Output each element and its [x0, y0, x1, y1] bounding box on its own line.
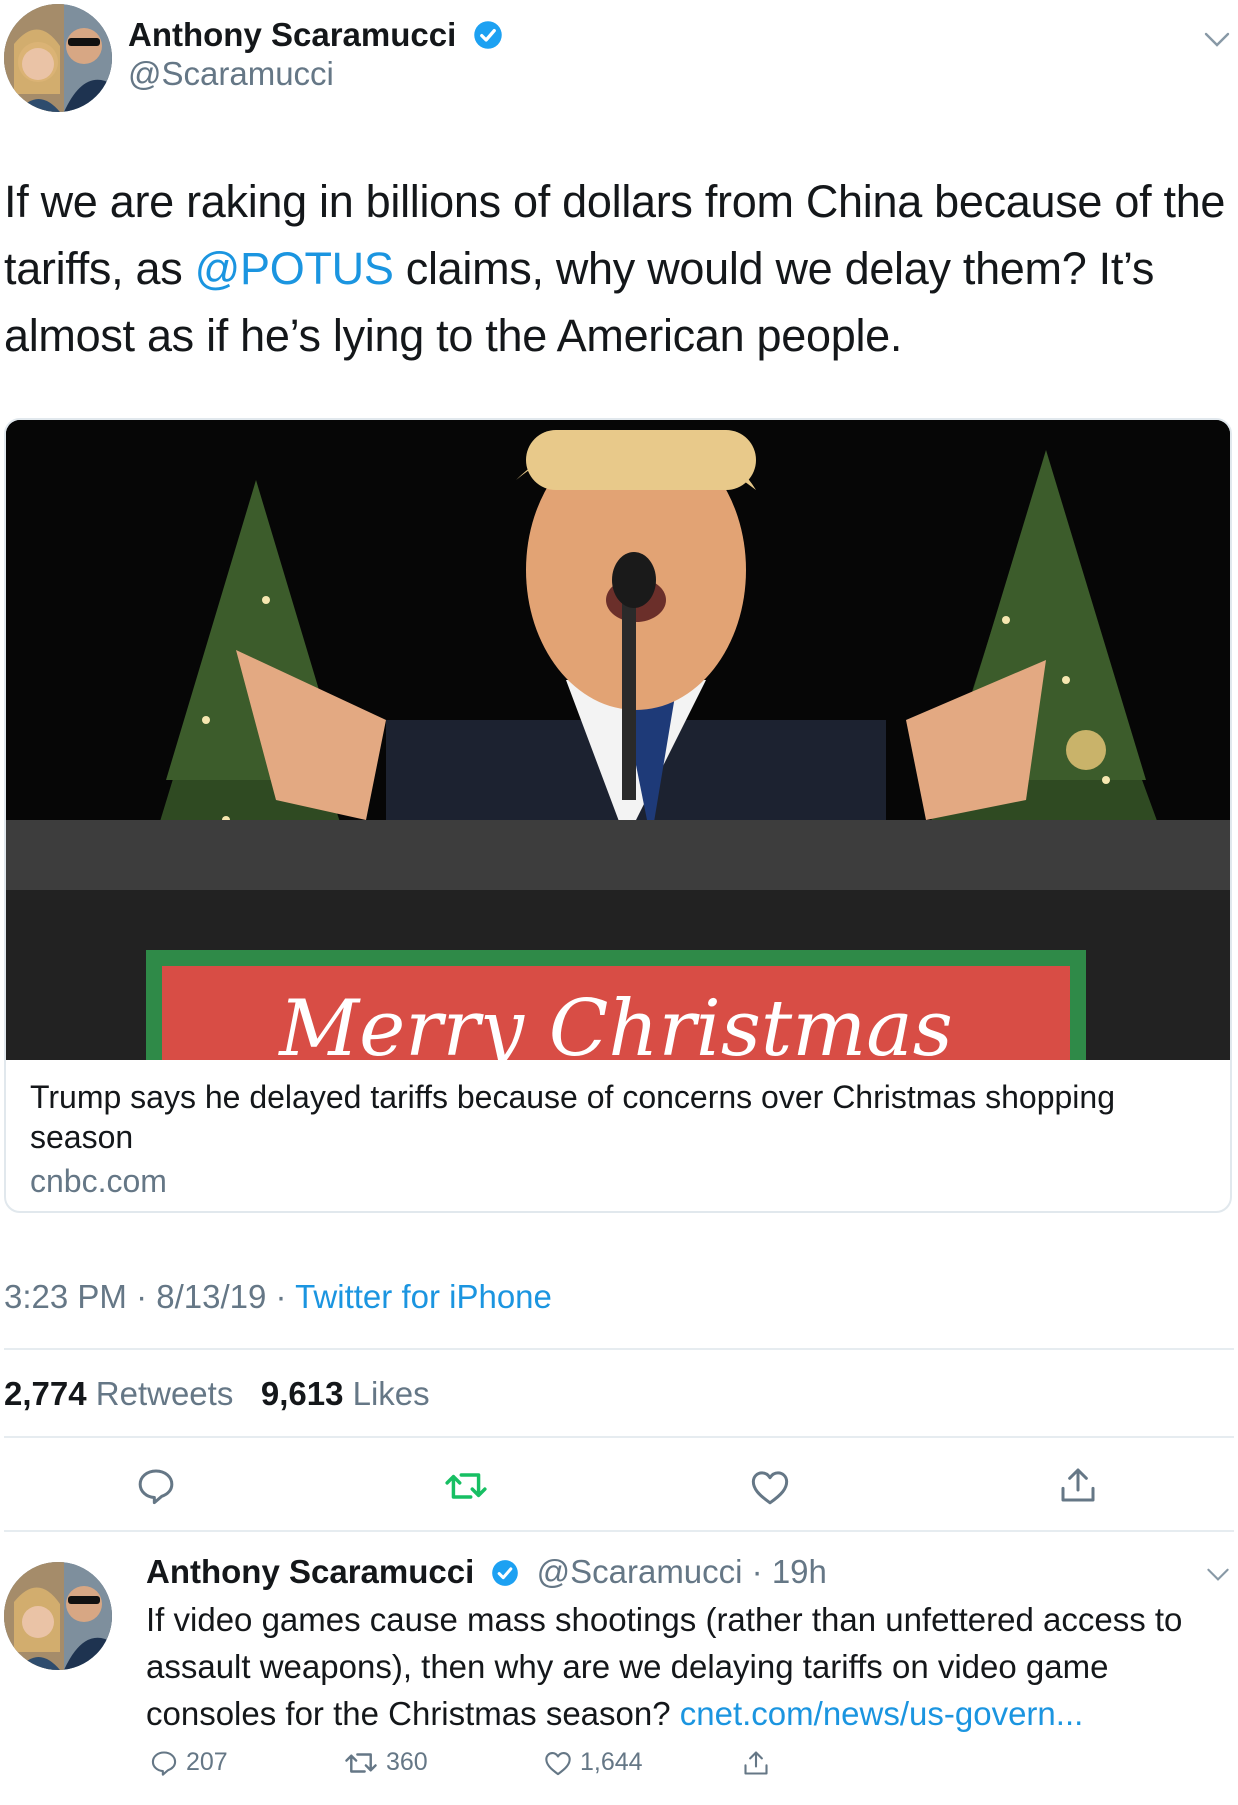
- reply-text: If video games cause mass shootings (rat…: [146, 1596, 1231, 1737]
- tweet-text: If we are raking in billions of dollars …: [4, 168, 1229, 369]
- author-handle[interactable]: @Scaramucci: [128, 55, 334, 93]
- link-card[interactable]: Merry Christmas Trump says he delayed ta…: [4, 418, 1232, 1213]
- retweet-icon[interactable]: [444, 1468, 488, 1504]
- avatar[interactable]: [4, 4, 112, 112]
- likes-count: 9,613: [260, 1375, 344, 1412]
- tweet-time[interactable]: 3:23 PM: [4, 1278, 127, 1315]
- like-icon: [545, 1751, 571, 1775]
- reply-handle-time[interactable]: @Scaramucci · 19h: [537, 1553, 827, 1590]
- reply-author-name[interactable]: Anthony Scaramucci: [146, 1553, 474, 1590]
- divider: [4, 1348, 1234, 1350]
- reply-link[interactable]: cnet.com/news/us-govern...: [680, 1695, 1084, 1732]
- reply-replies-count: 207: [186, 1748, 228, 1776]
- reply-share-action[interactable]: [742, 1748, 770, 1778]
- card-image[interactable]: Merry Christmas: [6, 420, 1230, 1074]
- author-name[interactable]: Anthony Scaramucci: [128, 16, 503, 54]
- author-name-text[interactable]: Anthony Scaramucci: [128, 16, 456, 53]
- reply-avatar[interactable]: [4, 1562, 112, 1670]
- verified-badge-icon: [492, 1560, 519, 1586]
- reply-icon[interactable]: [136, 1466, 176, 1506]
- reply-replies-action[interactable]: 207: [150, 1748, 228, 1777]
- tweet-date[interactable]: 8/13/19: [156, 1278, 266, 1315]
- retweets-label: Retweets: [95, 1375, 234, 1412]
- reply-likes-count: 1,644: [580, 1748, 643, 1776]
- likes-stat[interactable]: 9,613 Likes: [261, 1375, 430, 1412]
- card-title[interactable]: Trump says he delayed tariffs because of…: [30, 1077, 1180, 1157]
- tweet-detail-view: Anthony Scaramucci @Scaramucci If we are…: [0, 0, 1238, 1805]
- meta-separator: ·: [136, 1278, 157, 1315]
- card-domain[interactable]: cnbc.com: [30, 1163, 167, 1200]
- reply-retweets-action[interactable]: 360: [344, 1748, 428, 1777]
- chevron-down-icon[interactable]: [1206, 1568, 1230, 1582]
- tweet-source[interactable]: Twitter for iPhone: [295, 1278, 552, 1315]
- share-icon: [744, 1751, 768, 1775]
- mention-link[interactable]: @POTUS: [195, 243, 394, 294]
- reply-likes-action[interactable]: 1,644: [544, 1748, 643, 1777]
- likes-label: Likes: [352, 1375, 430, 1412]
- like-icon[interactable]: [750, 1468, 790, 1506]
- divider: [4, 1436, 1234, 1438]
- meta-separator: ·: [275, 1278, 296, 1315]
- tweet-stats: 2,774 Retweets 9,613 Likes: [4, 1375, 430, 1413]
- chevron-down-icon[interactable]: [1204, 32, 1230, 48]
- podium-sign-text: Merry Christmas: [277, 984, 952, 1060]
- retweets-stat[interactable]: 2,774 Retweets: [4, 1375, 233, 1412]
- reply-author-row[interactable]: Anthony Scaramucci @Scaramucci · 19h: [146, 1553, 827, 1591]
- reply-retweets-count: 360: [386, 1748, 428, 1776]
- retweet-icon: [345, 1752, 377, 1773]
- share-icon[interactable]: [1058, 1464, 1098, 1506]
- divider: [4, 1530, 1234, 1532]
- retweets-count: 2,774: [4, 1375, 87, 1412]
- tweet-timestamp-row: 3:23 PM · 8/13/19 · Twitter for iPhone: [4, 1278, 552, 1316]
- verified-badge-icon: [474, 21, 503, 49]
- reply-icon: [151, 1750, 177, 1776]
